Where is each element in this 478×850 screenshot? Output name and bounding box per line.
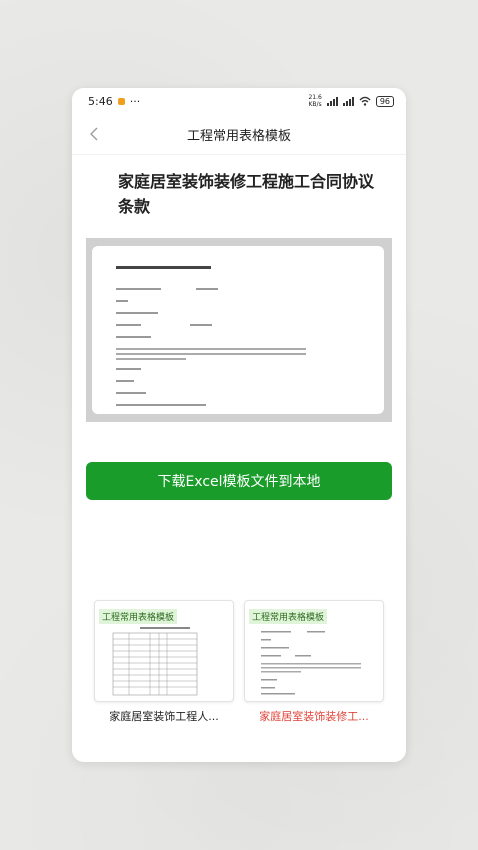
status-time: 5:46: [88, 94, 113, 108]
related-card[interactable]: 工程常用表格模板 家庭居室装饰装修工...: [244, 600, 384, 724]
card-title: 家庭居室装饰工程人...: [109, 710, 219, 723]
card-thumbnail: 工程常用表格模板: [244, 600, 384, 702]
status-more-dots: ···: [129, 94, 141, 108]
wifi-icon: [359, 96, 371, 106]
card-title: 家庭居室装饰装修工...: [259, 710, 369, 723]
download-excel-button[interactable]: 下载Excel模板文件到本地: [86, 462, 392, 500]
battery-indicator: 96: [375, 95, 394, 107]
phone-screen: 5:46 ··· 21.6 KB/s 96 工程常用表格模板 家庭居室装饰装修工…: [72, 88, 406, 762]
notification-icon: [117, 97, 125, 105]
signal-icon: [326, 96, 338, 106]
document-title: 家庭居室装饰装修工程施工合同协议条款: [118, 172, 375, 216]
page-title: 工程常用表格模板: [186, 128, 291, 144]
document-thumbnail-image: [261, 631, 361, 695]
card-thumbnail: 工程常用表格模板: [94, 600, 234, 702]
back-button[interactable]: [82, 122, 106, 146]
related-templates: 工程常用表格模板 家庭居室装饰工程人... 工程常用表格模板 家庭居室装饰装修工…: [94, 600, 384, 724]
document-preview[interactable]: [86, 238, 392, 422]
status-bar: 5:46 ··· 21.6 KB/s 96: [72, 88, 406, 114]
document-preview-image: [116, 266, 306, 406]
nav-bar: 工程常用表格模板: [72, 114, 406, 155]
related-card[interactable]: 工程常用表格模板 家庭居室装饰工程人...: [94, 600, 234, 724]
table-thumbnail-image: [112, 627, 198, 696]
preview-sheet: [92, 246, 384, 414]
signal-icon-2: [342, 96, 354, 106]
chevron-left-icon: [90, 127, 98, 141]
network-speed: 21.6 KB/s: [308, 94, 322, 108]
